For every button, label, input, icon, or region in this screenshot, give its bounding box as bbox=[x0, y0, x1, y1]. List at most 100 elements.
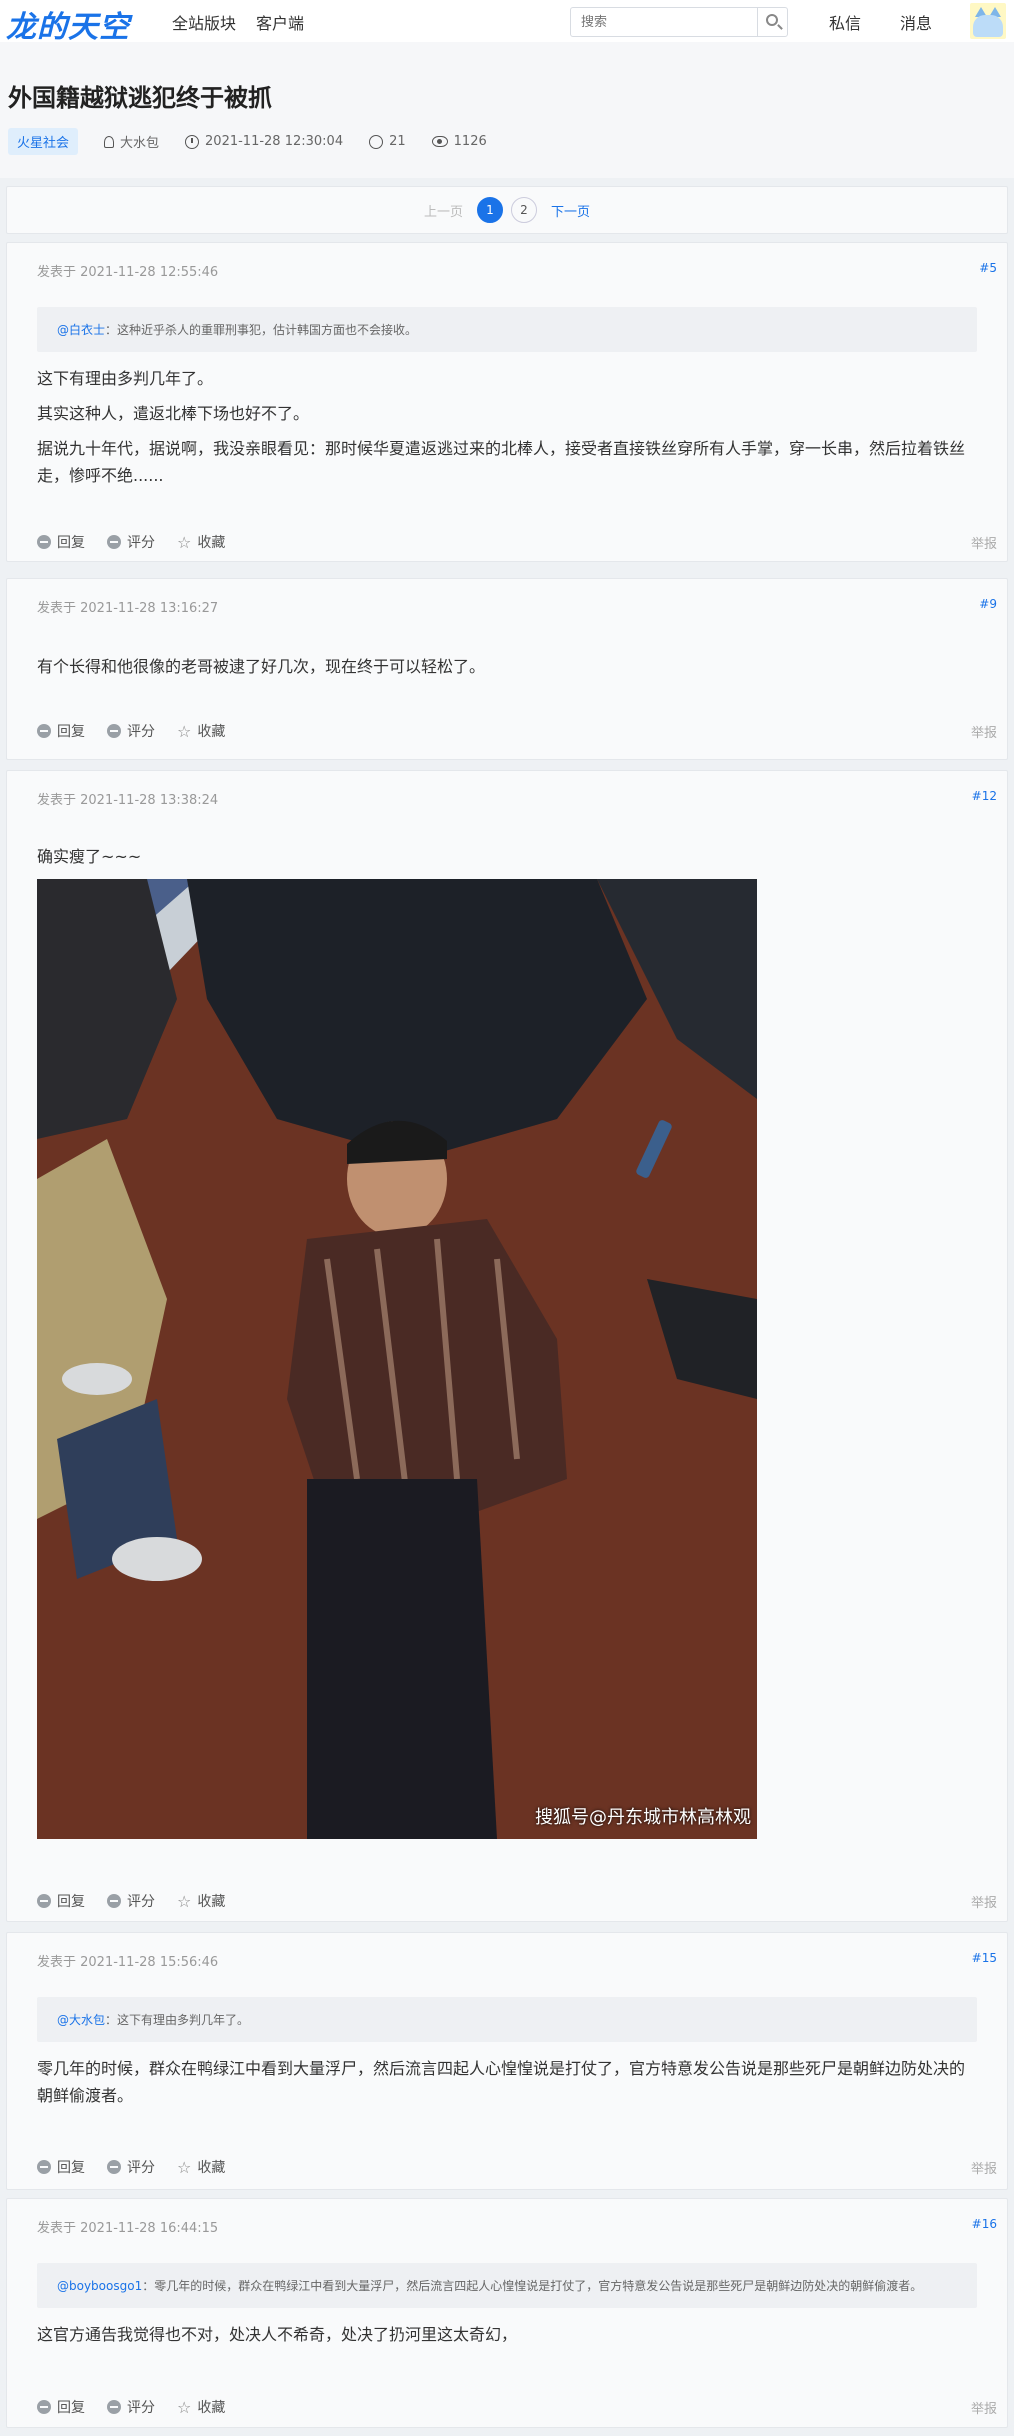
post-actions: 回复 评分 ☆ 收藏 举报 bbox=[37, 1891, 997, 1911]
avatar-face bbox=[973, 15, 1003, 37]
quote-text: ：零几年的时候，群众在鸭绿江中看到大量浮尸，然后流言四起人心惶惶说是打仗了，官方… bbox=[142, 2279, 923, 2293]
favorite-label: 收藏 bbox=[197, 724, 226, 740]
reply-label: 回复 bbox=[57, 535, 85, 551]
quote-user[interactable]: @boyboosgo1 bbox=[57, 2279, 142, 2293]
post-photo[interactable]: 搜狐号@丹东城市林高林观 bbox=[37, 879, 757, 1839]
floor-link[interactable]: #15 bbox=[972, 1951, 997, 1965]
reply-count-value: 21 bbox=[389, 134, 406, 149]
post-body: 确实瘦了~~~ bbox=[37, 843, 977, 870]
report-button[interactable]: 举报 bbox=[971, 533, 997, 552]
floor-link[interactable]: #9 bbox=[979, 597, 997, 611]
favorite-button[interactable]: ☆ 收藏 bbox=[177, 2157, 225, 2177]
post-card: 发表于 2021-11-28 12:55:46 #5 @白衣士：这种近乎杀人的重… bbox=[6, 242, 1008, 562]
rate-label: 评分 bbox=[127, 724, 155, 740]
rate-icon bbox=[107, 1894, 121, 1908]
favorite-button[interactable]: ☆ 收藏 bbox=[177, 532, 225, 552]
rate-button[interactable]: 评分 bbox=[107, 1891, 155, 1911]
reply-icon bbox=[37, 2160, 51, 2174]
quote-user[interactable]: @大水包 bbox=[57, 2013, 105, 2027]
author[interactable]: 大水包 bbox=[104, 132, 159, 151]
rate-icon bbox=[107, 2400, 121, 2414]
reply-button[interactable]: 回复 bbox=[37, 721, 85, 741]
image-watermark: 搜狐号@丹东城市林高林观 bbox=[535, 1807, 751, 1828]
post-time: 发表于 2021-11-28 13:38:24 bbox=[37, 793, 219, 808]
comment-icon bbox=[369, 134, 384, 149]
board-tag[interactable]: 火星社会 bbox=[8, 128, 79, 155]
post-actions: 回复 评分 ☆ 收藏 举报 bbox=[37, 532, 997, 552]
favorite-button[interactable]: ☆ 收藏 bbox=[177, 2397, 225, 2417]
quote-user[interactable]: @白衣士 bbox=[57, 323, 105, 337]
favorite-button[interactable]: ☆ 收藏 bbox=[177, 1891, 225, 1911]
page-1[interactable]: 1 bbox=[477, 197, 503, 223]
rate-button[interactable]: 评分 bbox=[107, 2157, 155, 2177]
star-icon: ☆ bbox=[177, 2397, 192, 2417]
post-line: 有个长得和他很像的老哥被逮了好几次，现在终于可以轻松了。 bbox=[37, 657, 486, 676]
nav-client[interactable]: 客户端 bbox=[256, 10, 304, 34]
rate-button[interactable]: 评分 bbox=[107, 721, 155, 741]
page-2[interactable]: 2 bbox=[511, 197, 537, 223]
nav-all-boards[interactable]: 全站版块 bbox=[172, 10, 236, 34]
post-actions: 回复 评分 ☆ 收藏 举报 bbox=[37, 2157, 997, 2177]
post-line: 据说九十年代，据说啊，我没亲眼看见：那时候华夏遣返逃过来的北棒人，接受者直接铁丝… bbox=[37, 439, 966, 485]
eye-icon bbox=[431, 136, 448, 147]
reply-label: 回复 bbox=[57, 724, 85, 740]
site-logo[interactable]: 龙的天空 bbox=[6, 2, 130, 46]
quote-block: @boyboosgo1：零几年的时候，群众在鸭绿江中看到大量浮尸，然后流言四起人… bbox=[37, 2263, 977, 2308]
post-line: 这官方通告我觉得也不对，处决人不希奇，处决了扔河里这太奇幻， bbox=[37, 2325, 518, 2344]
rate-label: 评分 bbox=[127, 535, 155, 551]
reply-count: 21 bbox=[369, 134, 406, 149]
rate-label: 评分 bbox=[127, 2400, 155, 2416]
rate-button[interactable]: 评分 bbox=[107, 532, 155, 552]
search-button[interactable] bbox=[757, 8, 787, 36]
post-time: 发表于 2021-11-28 16:44:15 bbox=[37, 2221, 219, 2236]
post-body: 这官方通告我觉得也不对，处决人不希奇，处决了扔河里这太奇幻， bbox=[37, 2321, 977, 2348]
search-input[interactable] bbox=[571, 8, 757, 36]
favorite-label: 收藏 bbox=[197, 1894, 226, 1910]
rate-button[interactable]: 评分 bbox=[107, 2397, 155, 2417]
report-button[interactable]: 举报 bbox=[971, 722, 997, 741]
next-page[interactable]: 下一页 bbox=[551, 201, 590, 220]
thread-title: 外国籍越狱逃犯终于被抓 bbox=[8, 84, 272, 112]
post-actions: 回复 评分 ☆ 收藏 举报 bbox=[37, 721, 997, 741]
notifications-link[interactable]: 消息 bbox=[900, 10, 932, 34]
post-body: 零几年的时候，群众在鸭绿江中看到大量浮尸，然后流言四起人心惶惶说是打仗了，官方特… bbox=[37, 2055, 977, 2109]
rate-icon bbox=[107, 724, 121, 738]
report-button[interactable]: 举报 bbox=[971, 2398, 997, 2417]
post-body: 有个长得和他很像的老哥被逮了好几次，现在终于可以轻松了。 bbox=[37, 653, 977, 680]
reply-button[interactable]: 回复 bbox=[37, 1891, 85, 1911]
reply-icon bbox=[37, 2400, 51, 2414]
quote-block: @大水包：这下有理由多判几年了。 bbox=[37, 1997, 977, 2042]
post-line: 其实这种人，遣返北棒下场也好不了。 bbox=[37, 404, 310, 423]
prev-page[interactable]: 上一页 bbox=[424, 201, 463, 220]
rate-label: 评分 bbox=[127, 2160, 155, 2176]
rate-label: 评分 bbox=[127, 1894, 155, 1910]
quote-text: ：这下有理由多判几年了。 bbox=[105, 2013, 250, 2027]
user-avatar[interactable] bbox=[970, 3, 1006, 39]
thread-time: 2021-11-28 12:30:04 bbox=[205, 134, 344, 149]
star-icon: ☆ bbox=[177, 1891, 192, 1911]
favorite-button[interactable]: ☆ 收藏 bbox=[177, 721, 225, 741]
author-name: 大水包 bbox=[120, 136, 160, 151]
reply-icon bbox=[37, 1894, 51, 1908]
post-card: 发表于 2021-11-28 13:38:24 #12 确实瘦了~~~ 搜狐号@… bbox=[6, 770, 1008, 1922]
private-messages-link[interactable]: 私信 bbox=[829, 10, 861, 34]
post-card: 发表于 2021-11-28 13:16:27 #9 有个长得和他很像的老哥被逮… bbox=[6, 578, 1008, 760]
reply-button[interactable]: 回复 bbox=[37, 532, 85, 552]
pagination: 上一页 1 2 下一页 bbox=[6, 186, 1008, 234]
post-card: 发表于 2021-11-28 16:44:15 #16 @boyboosgo1：… bbox=[6, 2198, 1008, 2428]
floor-link[interactable]: #16 bbox=[972, 2217, 997, 2231]
post-time: 发表于 2021-11-28 15:56:46 bbox=[37, 1955, 219, 1970]
star-icon: ☆ bbox=[177, 2157, 192, 2177]
report-button[interactable]: 举报 bbox=[971, 1892, 997, 1911]
reply-button[interactable]: 回复 bbox=[37, 2157, 85, 2177]
floor-link[interactable]: #5 bbox=[979, 261, 997, 275]
photo-illustration bbox=[37, 879, 757, 1839]
post-time: 2021-11-28 12:30:04 bbox=[185, 134, 343, 149]
post-line: 确实瘦了~~~ bbox=[37, 847, 142, 866]
rate-icon bbox=[107, 2160, 121, 2174]
floor-link[interactable]: #12 bbox=[972, 789, 997, 803]
reply-label: 回复 bbox=[57, 2400, 85, 2416]
report-button[interactable]: 举报 bbox=[971, 2158, 997, 2177]
reply-button[interactable]: 回复 bbox=[37, 2397, 85, 2417]
star-icon: ☆ bbox=[177, 721, 192, 741]
